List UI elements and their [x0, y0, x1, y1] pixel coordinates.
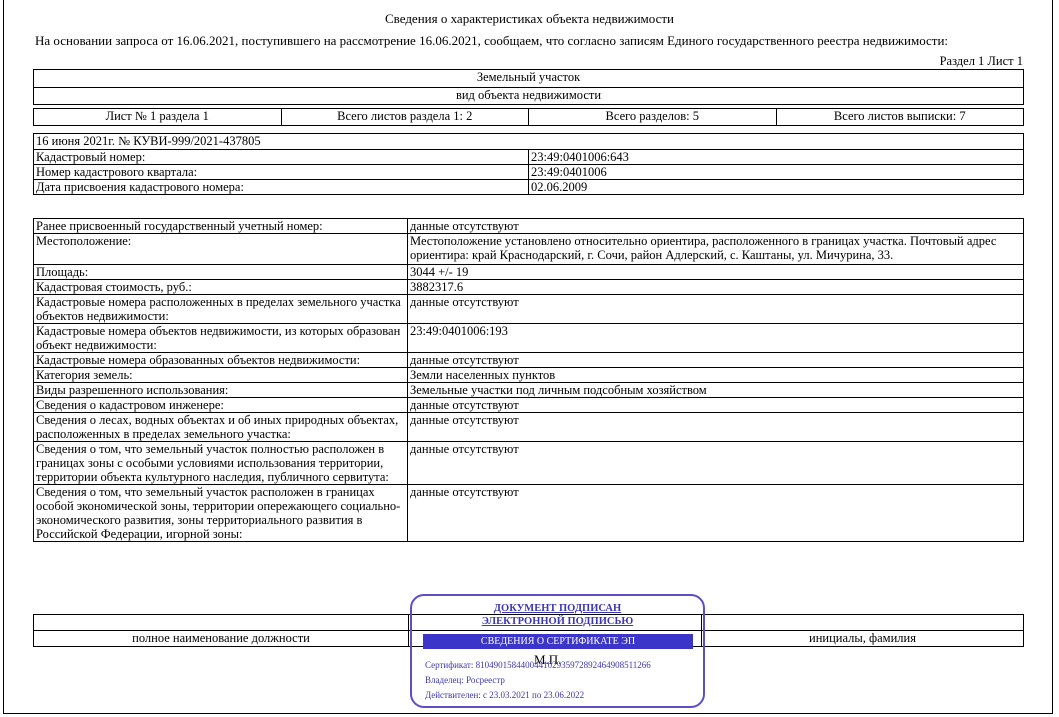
row-value: Земельные участки под личным подсобным х…: [407, 382, 1024, 398]
row-label: Площадь:: [33, 264, 408, 280]
total-sheets-extract: Всего листов выписки: 7: [775, 108, 1024, 126]
stamp-certificate: Сертификат: 8104901584400441029359728924…: [425, 660, 651, 670]
row-label: Кадастровые номера расположенных в преде…: [33, 294, 408, 324]
electronic-signature-stamp: ДОКУМЕНТ ПОДПИСАН ЭЛЕКТРОННОЙ ПОДПИСЬЮ С…: [410, 594, 705, 708]
row-value: данные отсутствуют: [407, 218, 1024, 234]
name-label: инициалы, фамилия: [701, 630, 1024, 647]
row-value: данные отсутствуют: [407, 412, 1024, 442]
object-header-table: Земельный участок вид объекта недвижимос…: [33, 69, 1024, 105]
row-value: 3882317.6: [407, 279, 1024, 295]
total-sheets-section: Всего листов раздела 1: 2: [280, 108, 529, 126]
row-value: данные отсутствуют: [407, 484, 1024, 542]
row-label: Местоположение:: [33, 233, 408, 265]
row-label: Кадастровые номера объектов недвижимости…: [33, 323, 408, 353]
name-cell: [701, 614, 1024, 631]
extract-date-number: 16 июня 2021г. № КУВИ-999/2021-437805: [33, 133, 1024, 150]
row-label: Сведения о том, что земельный участок по…: [33, 441, 408, 485]
stamp-line-1: ДОКУМЕНТ ПОДПИСАН: [493, 603, 622, 614]
position-cell: [33, 614, 409, 631]
characteristics-table: Ранее присвоенный государственный учетны…: [33, 218, 1024, 542]
row-label: Категория земель:: [33, 367, 408, 383]
row-label: Кадастровый номер:: [33, 149, 529, 165]
stamp-certificate-bar: СВЕДЕНИЯ О СЕРТИФИКАТЕ ЭП: [423, 634, 693, 649]
stamp-validity: Действителен: с 23.03.2021 по 23.06.2022: [425, 690, 585, 700]
row-value: 3044 +/- 19: [407, 264, 1024, 280]
row-value: данные отсутствуют: [407, 397, 1024, 413]
stamp-line-2: ЭЛЕКТРОННОЙ ПОДПИСЬЮ: [481, 616, 634, 627]
total-sections: Всего разделов: 5: [528, 108, 777, 126]
intro-text: На основании запроса от 16.06.2021, пост…: [35, 33, 949, 48]
row-value: Местоположение установлено относительно …: [407, 233, 1024, 265]
row-label: Сведения о том, что земельный участок ра…: [33, 484, 408, 542]
sheets-table: Лист № 1 раздела 1 Всего листов раздела …: [33, 108, 1024, 126]
row-value: 23:49:0401006: [528, 164, 1024, 180]
sheet-number: Лист № 1 раздела 1: [33, 108, 282, 126]
extract-table: 16 июня 2021г. № КУВИ-999/2021-437805 Ка…: [33, 133, 1024, 195]
row-label: Сведения о лесах, водных объектах и об и…: [33, 412, 408, 442]
row-value: 23:49:0401006:193: [407, 323, 1024, 353]
stamp-owner: Владелец: Росреестр: [425, 675, 505, 685]
row-label: Кадастровые номера образованных объектов…: [33, 352, 408, 368]
document-title: Сведения о характеристиках объекта недви…: [384, 11, 675, 26]
row-label: Виды разрешенного использования:: [33, 382, 408, 398]
sheet-reference: Раздел 1 Лист 1: [939, 54, 1023, 68]
row-label: Ранее присвоенный государственный учетны…: [33, 218, 408, 234]
row-value: Земли населенных пунктов: [407, 367, 1024, 383]
row-value: 23:49:0401006:643: [528, 149, 1024, 165]
row-value: данные отсутствуют: [407, 294, 1024, 324]
row-label: Кадастровая стоимость, руб.:: [33, 279, 408, 295]
object-type: Земельный участок: [33, 69, 1024, 88]
row-value: данные отсутствуют: [407, 441, 1024, 485]
row-label: Дата присвоения кадастрового номера:: [33, 179, 529, 195]
row-value: данные отсутствуют: [407, 352, 1024, 368]
row-label: Сведения о кадастровом инженере:: [33, 397, 408, 413]
object-kind-label: вид объекта недвижимости: [33, 87, 1024, 105]
position-label: полное наименование должности: [33, 630, 409, 647]
row-value: 02.06.2009: [528, 179, 1024, 195]
row-label: Номер кадастрового квартала:: [33, 164, 529, 180]
